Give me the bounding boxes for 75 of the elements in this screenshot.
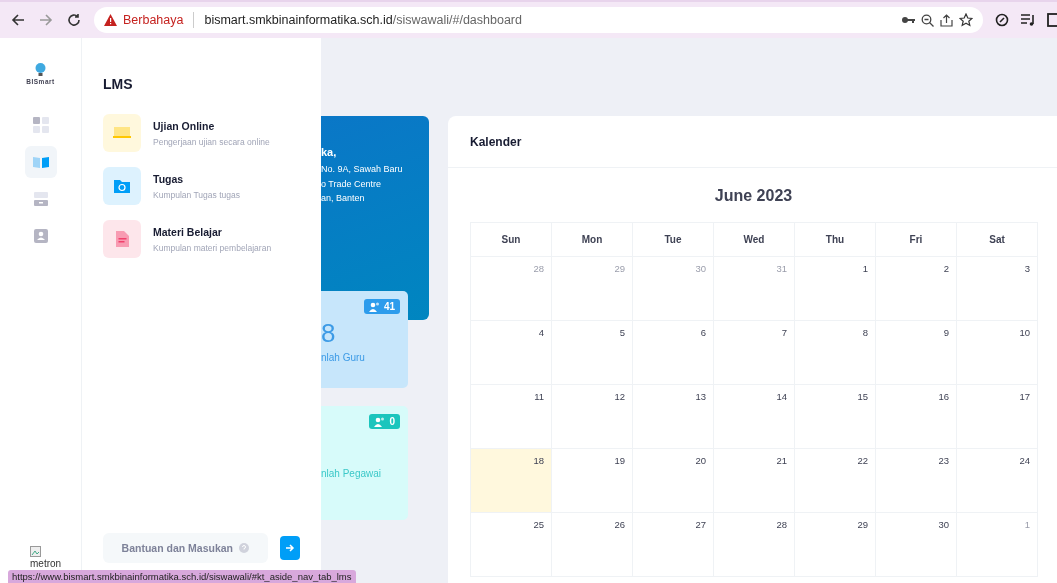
day-cell[interactable]: 17 [957,385,1038,449]
key-icon[interactable] [901,16,915,24]
star-icon[interactable] [959,13,973,27]
users-icon [368,301,380,312]
day-cell[interactable]: 29 [795,513,876,577]
reload-icon[interactable] [66,12,82,28]
document-icon [115,231,129,247]
address-line: an, Banten [321,192,366,205]
users-icon [374,416,386,427]
zoom-icon[interactable] [921,13,934,27]
menu-item[interactable]: Ujian Online Pengerjaan ujian secara online [103,114,300,152]
day-cell[interactable]: 4 [471,321,552,385]
day-cell[interactable]: 14 [714,385,795,449]
day-cell[interactable]: 27 [633,513,714,577]
stat-label: nlah Guru [321,352,366,363]
day-cell[interactable]: 12 [552,385,633,449]
count-badge: 0 [369,414,400,429]
day-cell[interactable]: 30 [876,513,957,577]
day-cell[interactable]: 6 [633,321,714,385]
stat-value: 8 [321,319,337,347]
day-cell[interactable]: 15 [795,385,876,449]
day-cell[interactable]: 1 [795,257,876,321]
day-cell[interactable]: 20 [633,449,714,513]
day-cell[interactable]: 10 [957,321,1038,385]
day-cell[interactable]: 23 [876,449,957,513]
day-cell[interactable]: 24 [957,449,1038,513]
image-alt-text: metron [30,558,62,569]
nav-tab[interactable] [24,146,57,178]
panel-icon[interactable] [1047,13,1057,27]
card-title: Kalender [448,116,1057,168]
help-button[interactable]: Bantuan dan Masukan [103,533,268,563]
playlist-icon[interactable] [1021,14,1035,26]
folder-icon [114,179,130,193]
question-icon [239,543,249,553]
contact-icon [33,229,48,243]
lightbulb-icon [35,63,46,76]
day-cell[interactable]: 19 [552,449,633,513]
drawer-icon [33,192,48,206]
broken-image-icon [30,546,42,558]
welcome-title: ka, [321,146,338,158]
panel-title: LMS [103,76,134,92]
day-cell[interactable]: 5 [552,321,633,385]
day-cell[interactable]: 3 [957,257,1038,321]
address-line: o Trade Centre [321,177,383,191]
day-cell[interactable]: 11 [471,385,552,449]
day-cell[interactable]: 7 [714,321,795,385]
count-badge: 41 [363,299,400,314]
status-url: https://www.bismart.smkbinainformatika.sch.id/siswawali/#kt_aside_nav_tab_lms [8,570,356,583]
day-cell[interactable]: 21 [714,449,795,513]
day-cell[interactable]: 13 [633,385,714,449]
arrow-button[interactable] [279,536,300,560]
day-cell[interactable]: 18 [471,449,552,513]
menu-item[interactable]: Tugas Kumpulan Tugas tugas [103,167,300,205]
security-warning: Berbahaya [123,13,184,27]
day-cell[interactable]: 25 [471,513,552,577]
back-icon[interactable] [10,12,26,28]
day-cell[interactable]: 8 [795,321,876,385]
day-cell[interactable]: 2 [876,257,957,321]
share-icon[interactable] [940,13,953,27]
warning-icon [104,14,117,26]
day-cell[interactable]: 16 [876,385,957,449]
stat-label: nlah Pegawai [321,468,383,479]
address-line: No. 9A, Sawah Baru [321,163,404,176]
menu-item[interactable]: Materi Belajar Kumpulan materi pembelajaran [103,220,300,258]
book-icon [32,156,49,168]
month-title: June 2023 [713,187,794,205]
arrow-right-icon [284,543,295,553]
address-bar[interactable]: Berbahaya bismart.smkbinainformatika.sch.id/siswawali/#/dashboard [94,7,983,33]
laptop-icon [113,127,131,139]
day-cell[interactable]: 22 [795,449,876,513]
day-cell[interactable]: 9 [876,321,957,385]
page-url: bismart.smkbinainformatika.sch.id/siswawali/#/dashboard [204,13,522,27]
day-cell[interactable]: 26 [552,513,633,577]
day-cell[interactable]: 28 [714,513,795,577]
grid-icon [32,117,49,133]
